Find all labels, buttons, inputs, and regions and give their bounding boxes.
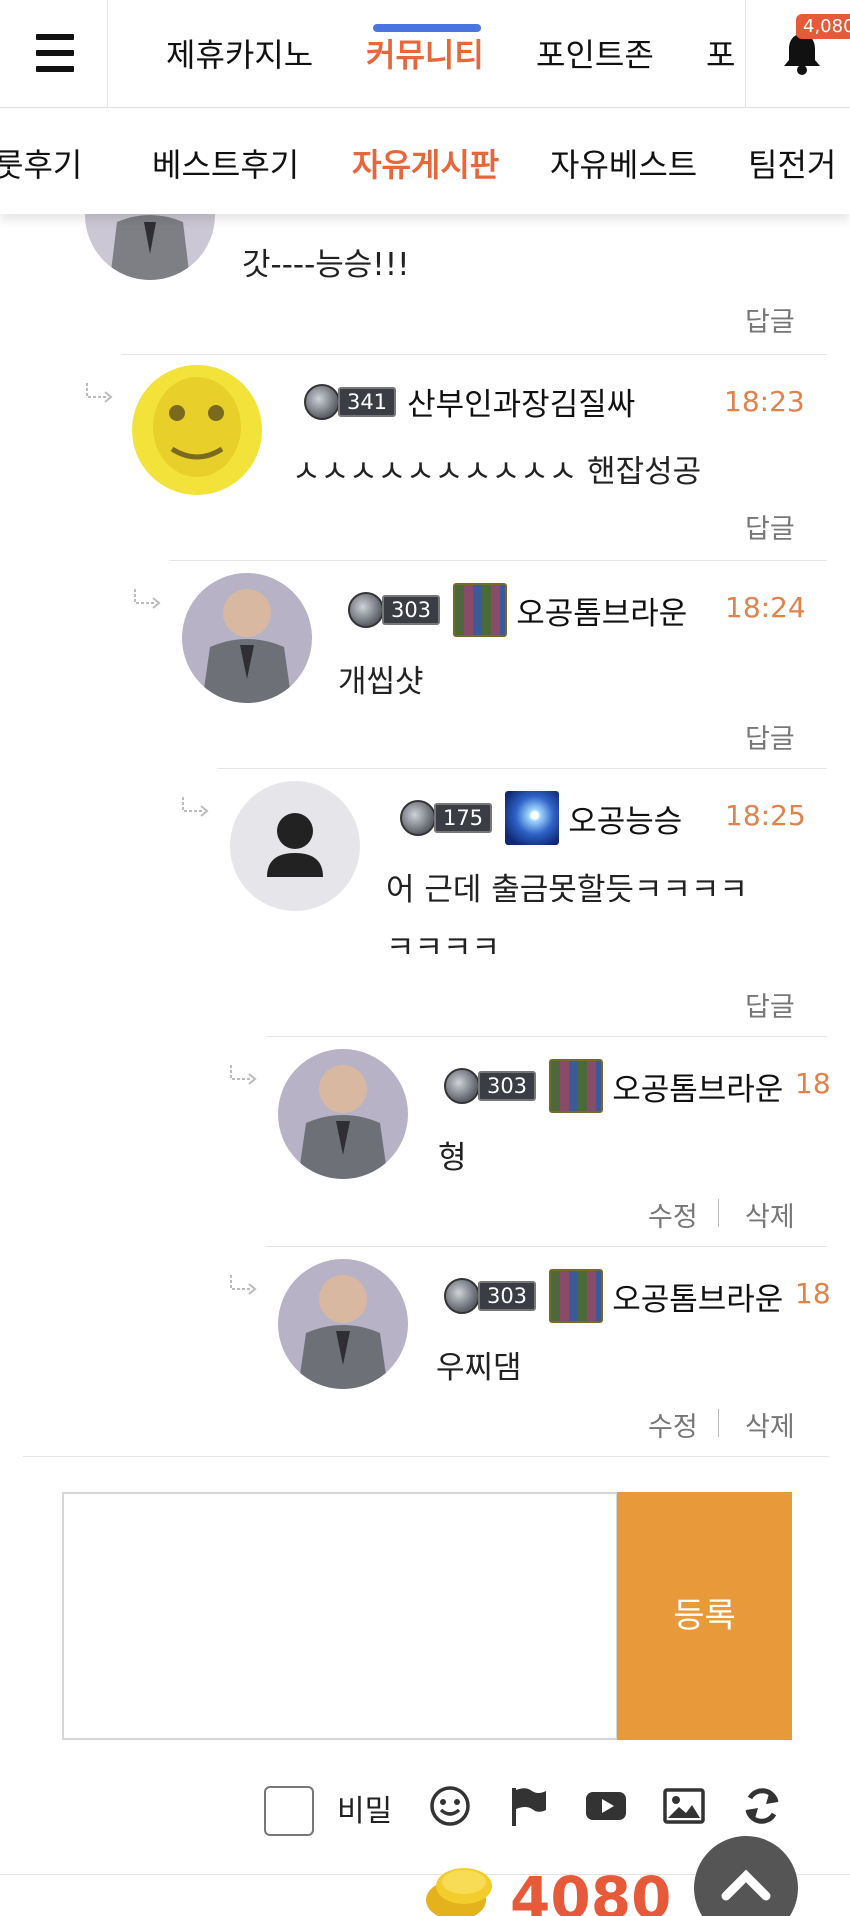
comment-item: 341 산부인과장김질싸 18:23 ㅅㅅㅅㅅㅅㅅㅅㅅㅅㅅ 핸잡성공 답글 (86, 354, 827, 560)
tab-community[interactable]: 커뮤니티 (366, 30, 484, 76)
comment-item: 303 오공톰브라운 18:29 우찌댐 수정 삭제 (230, 1246, 830, 1456)
tab-reviews[interactable]: 룻후기 (0, 140, 82, 186)
comment-text: 갓----능승!!! (242, 247, 410, 283)
menu-icon (36, 66, 74, 72)
nickname[interactable]: 산부인과장김질싸 (407, 379, 635, 424)
reply-arrow-icon (134, 589, 161, 609)
comment-meta: 175 오공능승 (398, 791, 682, 845)
level-icon (444, 1278, 480, 1314)
youtube-icon[interactable] (584, 1784, 628, 1828)
divider (718, 1409, 719, 1437)
avatar[interactable] (278, 1049, 408, 1179)
reply-button[interactable]: 답글 (745, 985, 795, 1024)
menu-icon (36, 50, 74, 56)
comment-input[interactable] (62, 1492, 618, 1740)
reply-arrow-icon (182, 797, 209, 817)
flag-icon[interactable] (506, 1784, 550, 1828)
level-badge: 175 (398, 800, 494, 836)
level-badge: 341 (302, 383, 398, 420)
level-icon (400, 800, 436, 836)
reply-arrow-icon (86, 383, 113, 403)
nickname[interactable]: 오공능승 (568, 796, 682, 841)
comment-time: 18:27 (795, 1067, 830, 1100)
divider (718, 1199, 719, 1227)
edit-button[interactable]: 수정 (648, 1405, 698, 1444)
nickname[interactable]: 오공톰브라운 (612, 1064, 783, 1109)
delete-button[interactable]: 삭제 (745, 1405, 795, 1444)
nickname[interactable]: 오공톰브라운 (612, 1274, 783, 1319)
medal-icon (549, 1059, 604, 1113)
level-icon (304, 383, 340, 420)
avatar[interactable] (132, 365, 262, 495)
scroll-top-button[interactable] (694, 1836, 798, 1916)
edit-button[interactable]: 수정 (648, 1195, 698, 1234)
comment-time: 18:25 (725, 799, 806, 832)
comment-item: 175 오공능승 18:25 어 근데 출금못할듯ㅋㅋㅋㅋ ㅋㅋㅋㅋ 답글 (182, 768, 827, 1036)
submit-button[interactable]: 등록 (617, 1492, 792, 1740)
medal-icon (549, 1269, 604, 1323)
tab-team-battle[interactable]: 팀전거 (748, 140, 836, 186)
tab-free-best[interactable]: 자유베스트 (550, 140, 697, 186)
avatar-image (278, 1259, 408, 1389)
tab-free-board[interactable]: 자유게시판 (352, 140, 499, 186)
smile-icon[interactable] (428, 1784, 472, 1828)
nickname[interactable]: 오공톰브라운 (516, 588, 687, 633)
refresh-icon[interactable] (740, 1784, 784, 1828)
comment-text: ㅅㅅㅅㅅㅅㅅㅅㅅㅅㅅ 핸잡성공 (292, 454, 702, 490)
chevron-up-icon (721, 1869, 771, 1901)
menu-icon (36, 34, 74, 40)
tab-more[interactable]: 포 (706, 30, 735, 76)
avatar[interactable] (278, 1259, 408, 1389)
notification-button[interactable]: 4,080 (745, 0, 850, 108)
tab-point-zone[interactable]: 포인트존 (536, 30, 654, 76)
comment-time: 18:29 (795, 1277, 830, 1310)
avatar-image (132, 365, 262, 495)
comment-text: 어 근데 출금못할듯ㅋㅋㅋㅋ ㅋㅋㅋㅋ (386, 872, 748, 966)
avatar[interactable] (230, 781, 360, 911)
level-badge: 303 (442, 1278, 538, 1314)
avatar-image (182, 573, 312, 703)
comment-meta: 303 오공톰브라운 (442, 1059, 783, 1113)
level-icon (348, 592, 384, 628)
points-value: 4080 (510, 1864, 672, 1916)
menu-button[interactable] (0, 0, 108, 108)
avatar-image (278, 1049, 408, 1179)
comment-text: 개씹샷 (338, 664, 424, 700)
comment-text: 형 (438, 1140, 467, 1176)
comment-item: 303 오공톰브라운 18:24 개씹샷 답글 (134, 560, 827, 768)
tab-partner-casino[interactable]: 제휴카지노 (166, 30, 313, 76)
medal-icon (453, 583, 508, 637)
reply-arrow-icon (230, 1065, 257, 1085)
level-badge: 303 (442, 1068, 538, 1104)
comment-meta: 303 오공톰브라운 (346, 583, 687, 637)
comment-time: 18:24 (725, 591, 806, 624)
reply-button[interactable]: 답글 (745, 717, 795, 756)
avatar[interactable] (182, 573, 312, 703)
default-user-icon (230, 781, 360, 911)
tab-best-reviews[interactable]: 베스트후기 (152, 140, 299, 186)
sub-nav: 룻후기 베스트후기 자유게시판 자유베스트 팀전거 (0, 108, 850, 214)
comment-meta: 303 오공톰브라운 (442, 1269, 783, 1323)
secret-label: 비밀 (337, 1794, 393, 1829)
notification-badge: 4,080 (796, 14, 850, 39)
delete-button[interactable]: 삭제 (745, 1195, 795, 1234)
reply-arrow-icon (230, 1275, 257, 1295)
medal-icon (505, 791, 560, 845)
comment-time: 18:23 (724, 385, 805, 418)
level-badge: 303 (346, 592, 442, 628)
comment-text: 우찌댐 (436, 1350, 522, 1386)
top-header: 제휴카지노 커뮤니티 포인트존 포 4,080 (0, 0, 850, 108)
comment-item: 303 오공톰브라운 18:27 형 수정 삭제 (230, 1036, 830, 1246)
reply-button[interactable]: 답글 (745, 300, 795, 339)
coin-icon (426, 1868, 492, 1916)
top-nav: 제휴카지노 커뮤니티 포인트존 포 (108, 0, 745, 108)
reply-button[interactable]: 답글 (745, 507, 795, 546)
level-icon (444, 1068, 480, 1104)
comment-meta: 341 산부인과장김질싸 (302, 379, 635, 427)
secret-checkbox[interactable] (264, 1786, 314, 1836)
image-icon[interactable] (662, 1784, 706, 1828)
